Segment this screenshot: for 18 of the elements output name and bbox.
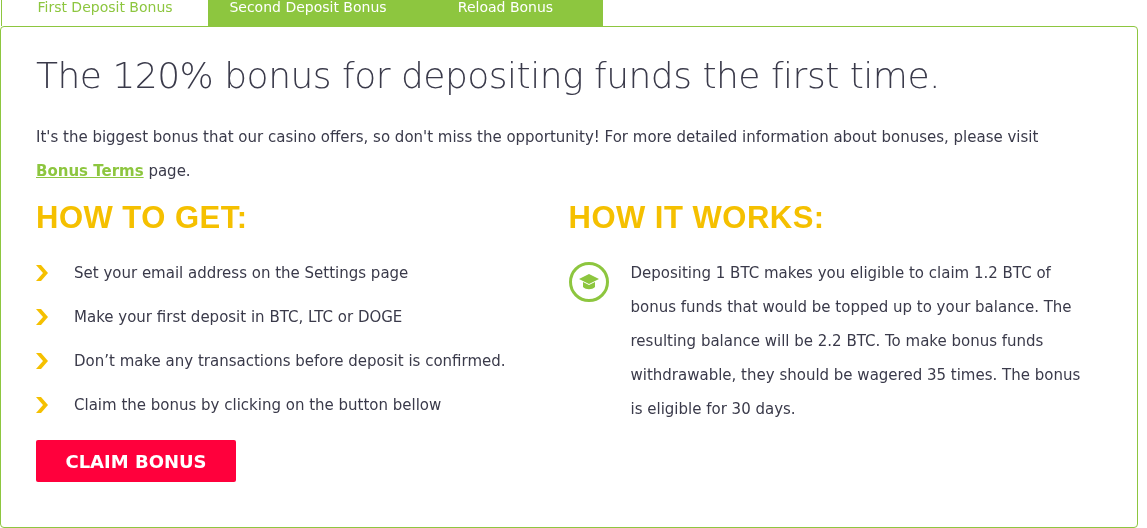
intro-paragraph: It's the biggest bonus that our casino offers, so don't miss the opportunity! For more detailed information about bonuses, please visit Bonus Terms page. [36, 127, 1040, 182]
chevron-icon [36, 309, 48, 325]
bonus-terms-link[interactable]: Bonus Terms [36, 162, 144, 180]
claim-bonus-button[interactable]: CLAIM BONUS [36, 440, 236, 482]
chevron-icon [36, 397, 48, 413]
tab[interactable]: Reload Bonus [408, 0, 603, 26]
step-text: Make your first deposit in BTC, LTC or DOGE [74, 308, 403, 326]
graduation-cap-icon [568, 262, 609, 302]
step-text: Claim the bonus by clicking on the button bellow [74, 396, 442, 414]
chevron-icon [36, 265, 48, 281]
page-title: The 120% bonus for depositing funds the first time. [36, 55, 941, 96]
step-text: Set your email address on the Settings page [74, 264, 409, 282]
section-heading: HOW IT WORKS: [568, 200, 826, 236]
chevron-icon [36, 353, 48, 369]
description-paragraph: Depositing 1 BTC makes you eligible to claim 1.2 BTC of bonus funds that would be topped up to your balance. The resulting balance will be 2.2 BTC. To make bonus funds withdrawable, they should be wagered 35 times. The bonus is eligible for 30 days. [630, 263, 1082, 420]
tab[interactable]: Second Deposit Bonus [208, 0, 408, 26]
step-text: Don’t make any transactions before deposit is confirmed. [74, 352, 506, 370]
section-heading: HOW TO GET: [36, 200, 249, 236]
